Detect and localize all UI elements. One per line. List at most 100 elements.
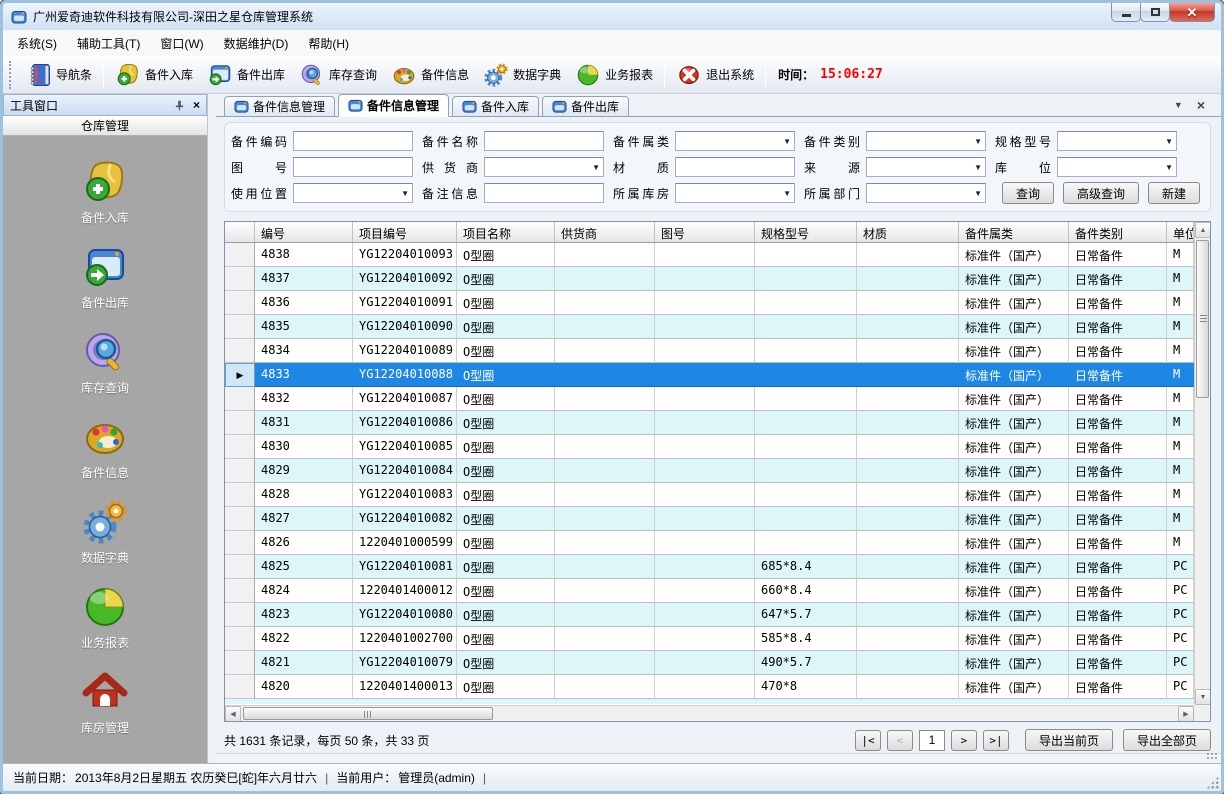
resize-grip-icon[interactable]	[1206, 776, 1219, 789]
column-header-单位[interactable]: 单位	[1167, 222, 1194, 242]
sidebar-item-warehouse[interactable]: 库房管理	[3, 668, 207, 736]
row-marker-cell	[225, 315, 255, 339]
column-header-备件类别[interactable]: 备件类别	[1069, 222, 1167, 242]
toolbar-item-parts-in[interactable]: 备件入库	[108, 59, 200, 91]
table-row[interactable]: 4834YG12204010089O型圈标准件（国产）日常备件M	[225, 339, 1194, 363]
备注信息-input[interactable]	[484, 183, 604, 203]
tab-1[interactable]: 备件信息管理	[224, 96, 335, 116]
page-number-box[interactable]: 1	[919, 730, 945, 751]
scroll-left-icon[interactable]: ◀	[225, 706, 241, 722]
tab-close-icon[interactable]: ×	[1197, 98, 1205, 112]
库位-combo[interactable]: ▼	[1057, 157, 1177, 177]
tool-window-close-icon[interactable]: ×	[193, 98, 200, 112]
close-button[interactable]: ✕	[1169, 3, 1215, 22]
advanced-query-button[interactable]: 高级查询	[1063, 182, 1139, 204]
sidebar-splitter[interactable]	[208, 94, 216, 763]
next-page-button[interactable]: >	[951, 730, 977, 751]
maximize-button[interactable]	[1140, 3, 1170, 22]
table-row[interactable]: 4836YG12204010091O型圈标准件（国产）日常备件M	[225, 291, 1194, 315]
table-row[interactable]: 4821YG12204010079O型圈490*5.7标准件（国产）日常备件PC	[225, 651, 1194, 675]
table-row[interactable]: 48241220401400012O型圈660*8.4标准件（国产）日常备件PC	[225, 579, 1194, 603]
scroll-right-icon[interactable]: ▶	[1178, 706, 1194, 722]
minimize-button[interactable]	[1111, 3, 1141, 22]
tab-list-chevron-down-icon[interactable]: ▼	[1174, 100, 1183, 110]
table-cell	[755, 459, 857, 483]
规格型号-combo[interactable]: ▼	[1057, 131, 1177, 151]
table-row[interactable]: 4823YG12204010080O型圈647*5.7标准件（国产）日常备件PC	[225, 603, 1194, 627]
query-button[interactable]: 查询	[1002, 182, 1054, 204]
table-row[interactable]: 4825YG12204010081O型圈685*8.4标准件（国产）日常备件PC	[225, 555, 1194, 579]
备件编码-input[interactable]	[293, 131, 413, 151]
使用位置-combo[interactable]: ▼	[293, 183, 413, 203]
column-header-编号[interactable]: 编号	[255, 222, 353, 242]
sidebar-item-parts-info[interactable]: 备件信息	[3, 413, 207, 481]
menu-item-5[interactable]: 帮助(H)	[298, 31, 359, 56]
tab-4[interactable]: 备件出库	[542, 96, 629, 116]
pin-icon[interactable]	[174, 100, 185, 111]
toolbar-item-parts-out[interactable]: 备件出库	[200, 59, 292, 91]
vertical-scrollbar[interactable]: ▲ ▼	[1194, 222, 1210, 705]
table-row[interactable]: 4827YG12204010082O型圈标准件（国产）日常备件M	[225, 507, 1194, 531]
column-header-材质[interactable]: 材质	[857, 222, 959, 242]
menu-item-2[interactable]: 辅助工具(T)	[67, 31, 150, 56]
menu-item-4[interactable]: 数据维护(D)	[214, 31, 299, 56]
table-row[interactable]: 48221220401002700O型圈585*8.4标准件（国产）日常备件PC	[225, 627, 1194, 651]
column-header-图号[interactable]: 图号	[655, 222, 755, 242]
所属部门-combo[interactable]: ▼	[866, 183, 986, 203]
horizontal-scrollbar[interactable]: ◀ ▶	[225, 705, 1194, 721]
toolbar-item-exit[interactable]: 退出系统	[669, 59, 761, 91]
sidebar-item-report[interactable]: 业务报表	[3, 583, 207, 651]
prev-page-button[interactable]: <	[887, 730, 913, 751]
备件名称-input[interactable]	[484, 131, 604, 151]
table-row[interactable]: 4828YG12204010083O型圈标准件（国产）日常备件M	[225, 483, 1194, 507]
column-header-规格型号[interactable]: 规格型号	[755, 222, 857, 242]
table-cell: 标准件（国产）	[959, 483, 1069, 507]
column-header-供货商[interactable]: 供货商	[555, 222, 655, 242]
first-page-button[interactable]: |<	[855, 730, 881, 751]
table-row[interactable]: 4837YG12204010092O型圈标准件（国产）日常备件M	[225, 267, 1194, 291]
table-row[interactable]: 4832YG12204010087O型圈标准件（国产）日常备件M	[225, 387, 1194, 411]
table-row[interactable]: 4829YG12204010084O型圈标准件（国产）日常备件M	[225, 459, 1194, 483]
column-header-备件属类[interactable]: 备件属类	[959, 222, 1069, 242]
table-row[interactable]: 4838YG12204010093O型圈标准件（国产）日常备件M	[225, 243, 1194, 267]
table-row[interactable]: 48201220401400013O型圈470*8标准件（国产）日常备件PC	[225, 675, 1194, 699]
new-button[interactable]: 新建	[1148, 182, 1200, 204]
toolbar-item-notebook[interactable]: 导航条	[19, 59, 99, 91]
sidebar-group-header[interactable]: 仓库管理	[3, 116, 207, 136]
table-row-selected[interactable]: ▶4833YG12204010088O型圈标准件（国产）日常备件M	[225, 363, 1194, 387]
图号-input[interactable]	[293, 157, 413, 177]
horizontal-scroll-thumb[interactable]	[243, 707, 493, 720]
toolbar-grip[interactable]	[9, 61, 14, 89]
sidebar-item-parts-out[interactable]: 备件出库	[3, 243, 207, 311]
tab-3[interactable]: 备件入库	[452, 96, 539, 116]
供货商-combo[interactable]: ▼	[484, 157, 604, 177]
材质-input[interactable]	[675, 157, 795, 177]
tab-2-active[interactable]: 备件信息管理	[338, 94, 449, 117]
table-row[interactable]: 4835YG12204010090O型圈标准件（国产）日常备件M	[225, 315, 1194, 339]
menu-item-3[interactable]: 窗口(W)	[150, 31, 213, 56]
export-current-page-button[interactable]: 导出当前页	[1025, 729, 1113, 751]
sidebar-item-data-dict[interactable]: 数据字典	[3, 498, 207, 566]
table-row[interactable]: 4831YG12204010086O型圈标准件（国产）日常备件M	[225, 411, 1194, 435]
column-header-项目编号[interactable]: 项目编号	[353, 222, 457, 242]
table-row[interactable]: 4830YG12204010085O型圈标准件（国产）日常备件M	[225, 435, 1194, 459]
scroll-up-icon[interactable]: ▲	[1195, 222, 1211, 238]
export-all-pages-button[interactable]: 导出全部页	[1123, 729, 1211, 751]
来源-combo[interactable]: ▼	[866, 157, 986, 177]
toolbar-item-data-dict[interactable]: 数据字典	[476, 59, 568, 91]
toolbar-item-stock-query[interactable]: 库存查询	[292, 59, 384, 91]
last-page-button[interactable]: >|	[983, 730, 1009, 751]
备件属类-combo[interactable]: ▼	[675, 131, 795, 151]
sidebar-item-parts-in[interactable]: 备件入库	[3, 158, 207, 226]
toolbar-item-report[interactable]: 业务报表	[568, 59, 660, 91]
vertical-scroll-thumb[interactable]	[1196, 240, 1209, 398]
toolbar-item-parts-info[interactable]: 备件信息	[384, 59, 476, 91]
scroll-down-icon[interactable]: ▼	[1195, 689, 1211, 705]
menu-item-1[interactable]: 系统(S)	[7, 31, 67, 56]
table-cell: 标准件（国产）	[959, 555, 1069, 579]
table-row[interactable]: 48261220401000599O型圈标准件（国产）日常备件M	[225, 531, 1194, 555]
所属库房-combo[interactable]: ▼	[675, 183, 795, 203]
column-header-项目名称[interactable]: 项目名称	[457, 222, 555, 242]
sidebar-item-stock-query[interactable]: 库存查询	[3, 328, 207, 396]
备件类别-combo[interactable]: ▼	[866, 131, 986, 151]
